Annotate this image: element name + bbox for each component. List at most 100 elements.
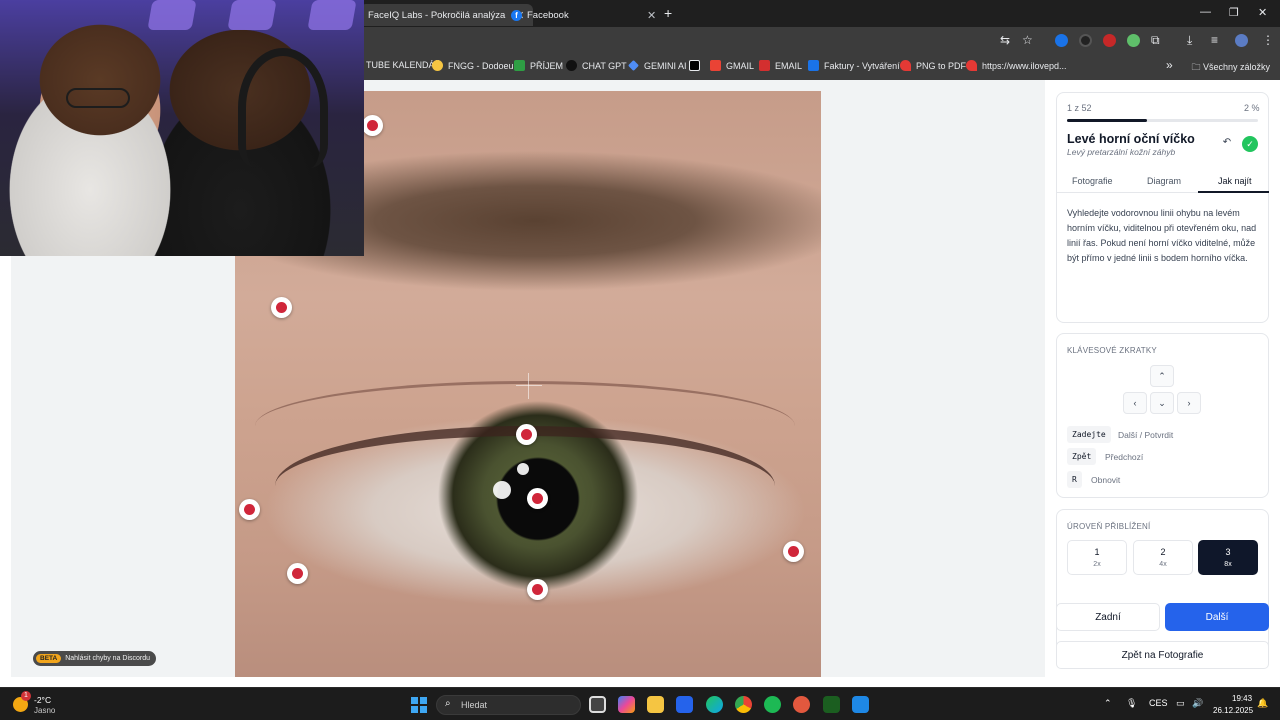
tab-title: FaceIQ Labs - Pokročilá analýza — [368, 9, 506, 21]
clock-date[interactable]: 26.12.2025 — [1213, 706, 1253, 715]
bookmark-item[interactable]: PŘÍJEM — [514, 60, 563, 71]
enter-key-label: Další / Potvrdit — [1118, 430, 1174, 440]
download-icon[interactable]: ⤓ — [1187, 33, 1192, 48]
window-close-icon[interactable]: ✕ — [1258, 6, 1267, 19]
reset-key-label: Obnovit — [1091, 475, 1121, 485]
bookmark-icon — [689, 60, 700, 71]
new-tab-icon[interactable]: + — [664, 5, 672, 21]
bookmark-item[interactable]: CHAT GPT — [566, 60, 627, 71]
file-explorer-icon[interactable] — [647, 696, 664, 713]
progress-percent: 2 % — [1244, 103, 1260, 113]
copilot-icon[interactable] — [618, 696, 635, 713]
chatgpt-icon — [566, 60, 577, 71]
heart-icon — [900, 60, 911, 71]
zoom-level-2-button[interactable]: 2 4x — [1133, 540, 1193, 575]
arrow-right-key: › — [1177, 392, 1201, 414]
restore-icon[interactable]: ❐ — [1229, 6, 1239, 19]
bookmark-item[interactable]: GEMINI AI — [628, 60, 687, 71]
next-button[interactable]: Další — [1165, 603, 1269, 631]
more-bookmarks-icon[interactable]: » — [1166, 58, 1173, 72]
tab-photos[interactable]: Fotografie — [1072, 176, 1113, 186]
beta-tag: BETA — [36, 654, 62, 663]
tab-diagram[interactable]: Diagram — [1147, 176, 1181, 186]
arrow-up-key: ⌃ — [1150, 365, 1174, 387]
arrow-down-key: ⌄ — [1150, 392, 1174, 414]
bookmark-icon — [514, 60, 525, 71]
arrow-left-key: ‹ — [1123, 392, 1147, 414]
beta-badge[interactable]: BETA Nahlásit chyby na Discordu — [33, 651, 157, 666]
bookmark-item[interactable]: TUBE KALENDÁŘ — [366, 60, 441, 70]
back-button[interactable]: Zadní — [1056, 603, 1160, 631]
bookmark-item[interactable]: PNG to PDF — [900, 60, 966, 71]
microphone-icon[interactable]: 🎙 — [1126, 698, 1137, 709]
excel-icon[interactable] — [823, 696, 840, 713]
translate-icon[interactable]: ⇆ — [1000, 33, 1010, 47]
landmark-marker[interactable] — [362, 115, 383, 136]
extension-icon[interactable] — [1079, 34, 1092, 47]
landmark-marker[interactable] — [239, 499, 260, 520]
bookmark-item[interactable]: GMAIL — [710, 60, 754, 71]
bookmark-item[interactable]: Faktury - Vytváření — [808, 60, 900, 71]
close-icon[interactable]: ✕ — [647, 9, 656, 22]
notifications-icon[interactable]: 🔔 — [1257, 698, 1268, 709]
chrome-icon[interactable] — [735, 696, 752, 713]
language-indicator[interactable]: CES — [1149, 698, 1168, 708]
network-icon[interactable]: ▭ — [1176, 698, 1185, 709]
landmark-marker[interactable] — [527, 488, 548, 509]
zoom-title: ÚROVEŇ PŘIBLÍŽENÍ — [1067, 522, 1151, 531]
task-view-icon[interactable] — [589, 696, 606, 713]
star-icon[interactable]: ☆ — [1022, 33, 1033, 47]
back-key-label: Předchozí — [1105, 452, 1144, 462]
media-icon[interactable]: ≡ — [1211, 33, 1218, 47]
menu-icon[interactable]: ⋮ — [1262, 33, 1274, 47]
clock-time[interactable]: 19:43 — [1232, 694, 1252, 703]
extension-icon[interactable] — [1127, 34, 1140, 47]
landmark-marker[interactable] — [516, 424, 537, 445]
app-icon[interactable] — [793, 696, 810, 713]
profile-avatar[interactable] — [1235, 34, 1248, 47]
glasses — [66, 88, 130, 108]
bookmark-icon — [432, 60, 443, 71]
windows-start-icon[interactable] — [411, 697, 427, 713]
wall-light — [227, 0, 277, 30]
landmark-marker[interactable] — [271, 297, 292, 318]
bookmark-item[interactable]: https://www.ilovepd... — [966, 60, 1067, 71]
shortcuts-title: KLÁVESOVÉ ZKRATKY — [1067, 346, 1157, 355]
landmark-marker[interactable] — [287, 563, 308, 584]
tab-facebook[interactable]: f Facebook ✕ — [503, 4, 664, 26]
notepad-icon[interactable] — [852, 696, 869, 713]
tab-how-to-find[interactable]: Jak najít — [1218, 176, 1252, 186]
zoom-level-3-button[interactable]: 3 8x — [1198, 540, 1258, 575]
taskbar: 1 -2°C Jasno ⌕ Hledat ⌃ 🎙 CES ▭ 🔊 19:43 … — [0, 687, 1280, 720]
bookmark-item[interactable] — [689, 60, 705, 71]
facebook-icon: f — [511, 9, 522, 21]
crosshair-cursor — [516, 373, 542, 399]
edge-icon[interactable] — [706, 696, 723, 713]
extension-icon[interactable] — [1055, 34, 1068, 47]
store-icon[interactable] — [676, 696, 693, 713]
confirm-check-icon[interactable]: ✓ — [1242, 136, 1258, 152]
landmark-marker[interactable] — [783, 541, 804, 562]
tray-chevron-icon[interactable]: ⌃ — [1104, 698, 1112, 709]
eye-glint — [517, 463, 529, 475]
progress-bar — [1067, 119, 1258, 122]
webcam-overlay — [0, 0, 364, 256]
zoom-level-multiplier: 4x — [1159, 561, 1167, 568]
zoom-level-multiplier: 2x — [1093, 561, 1101, 568]
all-bookmarks[interactable]: 🗀 Všechny záložky — [1191, 60, 1270, 76]
landmark-marker[interactable] — [527, 579, 548, 600]
bookmark-item[interactable]: FNGG - Dodoeu — [432, 60, 514, 71]
zoom-level-1-button[interactable]: 1 2x — [1067, 540, 1127, 575]
bookmark-item[interactable]: EMAIL — [759, 60, 802, 71]
extension-icon[interactable] — [1103, 34, 1116, 47]
puzzle-icon[interactable]: ⧉ — [1151, 33, 1160, 48]
bookmark-icon — [808, 60, 819, 71]
back-to-photos-button[interactable]: Zpět na Fotografie — [1056, 641, 1269, 669]
volume-icon[interactable]: 🔊 — [1192, 698, 1203, 709]
spotify-icon[interactable] — [764, 696, 781, 713]
minimize-icon[interactable]: — — [1200, 6, 1211, 18]
search-icon: ⌕ — [445, 698, 451, 709]
taskbar-search[interactable]: ⌕ Hledat — [436, 695, 581, 715]
report-bugs-link: Nahlásit chyby na Discordu — [65, 655, 151, 662]
undo-icon[interactable]: ↶ — [1219, 137, 1235, 151]
